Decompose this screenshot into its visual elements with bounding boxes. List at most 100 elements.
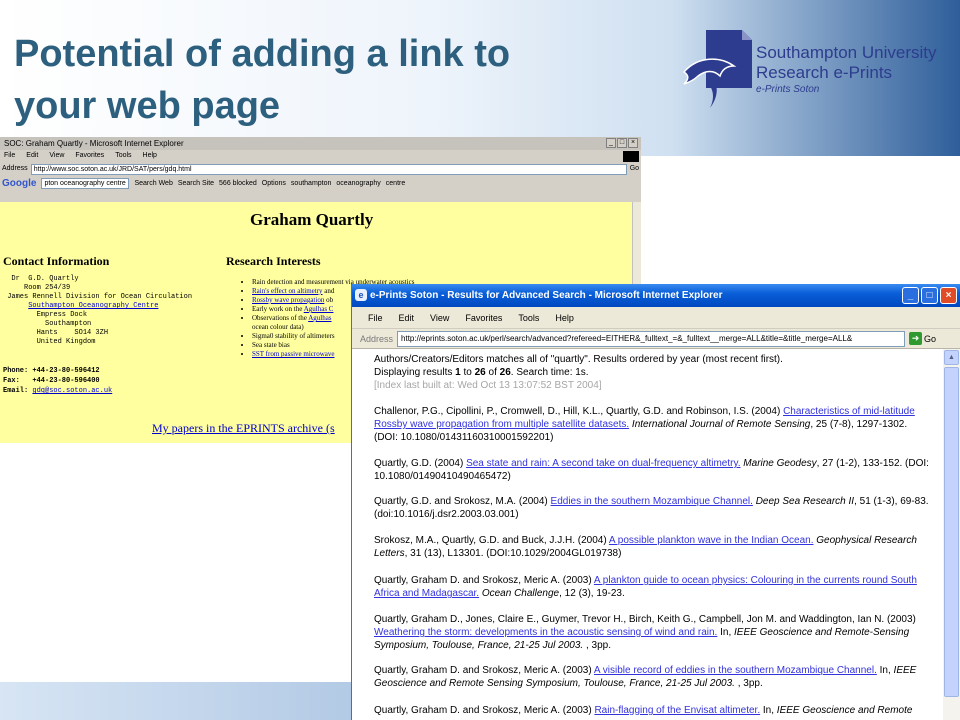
entry-title-link[interactable]: Eddies in the southern Mozambique Channe…	[551, 496, 753, 507]
entry-title-link[interactable]: Rain-flagging of the Envisat altimeter.	[594, 705, 760, 716]
highlight-centre-button[interactable]: centre	[386, 176, 405, 191]
contact-line: Empress Dock	[3, 311, 88, 319]
entry-title-link[interactable]: Weathering the storm: developments in th…	[374, 627, 717, 638]
menu-help[interactable]: Help	[555, 307, 574, 328]
email-link[interactable]: gdq@soc.soton.ac.uk	[32, 387, 112, 395]
browser-window-eprints-results: e e-Prints Soton - Results for Advanced …	[351, 284, 960, 720]
research-item-link[interactable]: Rain's effect on altimetry	[252, 287, 323, 295]
research-item-text: Sea state bias	[252, 341, 290, 349]
research-item-text: and	[322, 287, 335, 295]
entry-authors: Quartly, Graham D. and Srokosz, Meric A.…	[374, 705, 595, 716]
close-button[interactable]: ×	[940, 287, 957, 304]
menu-tools[interactable]: Tools	[115, 150, 131, 162]
entry-journal: International Journal of Remote Sensing	[631, 419, 811, 430]
contact-address: Dr G.D. Quartly Room 254/39 James Rennel…	[3, 275, 192, 347]
research-item-link[interactable]: Agulhas C	[304, 305, 334, 313]
maximize-button[interactable]: □	[617, 138, 627, 148]
entry-title-link[interactable]: A possible plankton wave in the Indian O…	[609, 535, 814, 546]
scroll-thumb[interactable]	[944, 367, 959, 697]
window1-titlebar[interactable]: SOC: Graham Quartly - Microsoft Internet…	[0, 137, 641, 150]
results-count-text: to	[460, 367, 475, 378]
index-built-line: [Index last built at: Wed Oct 13 13:07:5…	[374, 380, 602, 391]
entry-title-link[interactable]: A visible record of eddies in the southe…	[594, 665, 877, 676]
search-site-button[interactable]: Search Site	[178, 176, 214, 191]
menu-view[interactable]: View	[430, 307, 449, 328]
highlight-oceanography-button[interactable]: oceanography	[336, 176, 380, 191]
result-entry: Quartly, G.D. (2004) Sea state and rain:…	[374, 457, 929, 483]
research-item-link[interactable]: SST from passive microwave	[252, 350, 335, 358]
minimize-button[interactable]: _	[902, 287, 919, 304]
contact-line: Room 254/39	[3, 284, 71, 292]
entry-authors: Quartly, Graham D. and Srokosz, Meric A.…	[374, 665, 594, 676]
scroll-up-icon[interactable]: ▲	[944, 350, 959, 365]
address-label: Address	[360, 333, 394, 344]
menu-edit[interactable]: Edit	[26, 150, 38, 162]
maximize-button[interactable]: □	[921, 287, 938, 304]
menu-favorites[interactable]: Favorites	[75, 150, 104, 162]
contact-line: James Rennell Division for Ocean Circula…	[3, 293, 193, 301]
research-item-link[interactable]: Rossby wave propagation	[252, 296, 324, 304]
logo-line3: e-Prints Soton	[756, 84, 820, 95]
results-total: 26	[499, 367, 511, 378]
research-item-link[interactable]: Agulhas	[308, 314, 331, 322]
phone: Phone: +44-23-80-596412	[3, 367, 100, 375]
research-item-text: Sigma0 stability of altimeters	[252, 332, 335, 340]
fax: Fax: +44-23-80-596400	[3, 377, 100, 385]
contact-phone-block: Phone: +44-23-80-596412 Fax: +44-23-80-5…	[3, 366, 112, 396]
menu-file[interactable]: File	[368, 307, 383, 328]
entry-journal: Marine Geodesy	[743, 458, 817, 469]
entry-authors: Quartly, Graham D. and Srokosz, Meric A.…	[374, 575, 594, 586]
window2-titlebar[interactable]: e e-Prints Soton - Results for Advanced …	[352, 284, 960, 307]
entry-details: , 12 (3), 19-23.	[559, 588, 625, 599]
menu-edit[interactable]: Edit	[399, 307, 415, 328]
go-button[interactable]: ➜ Go	[909, 332, 936, 345]
result-entry: Quartly, Graham D. and Srokosz, Meric A.…	[374, 664, 929, 690]
entry-journal: Ocean Challenge	[481, 588, 560, 599]
contact-line: Southampton	[3, 320, 92, 328]
logo-line1: Southampton University	[756, 43, 937, 62]
slide-title-line2: your web page	[14, 85, 281, 127]
research-item-text: Observations of the	[252, 314, 309, 322]
results-count-text: Displaying results	[374, 367, 456, 378]
google-search-input[interactable]: pton oceanography centre	[41, 178, 130, 189]
menu-help[interactable]: Help	[143, 150, 157, 162]
menu-tools[interactable]: Tools	[518, 307, 539, 328]
highlight-southampton-button[interactable]: southampton	[291, 176, 331, 191]
results-count-line: Displaying results 1 to 26 of 26. Search…	[374, 366, 929, 379]
minimize-button[interactable]: _	[606, 138, 616, 148]
window1-address-bar: Address http://www.soc.soton.ac.uk/JRD/S…	[0, 162, 641, 176]
go-label: Go	[924, 333, 937, 344]
soc-link[interactable]: Southampton Oceanography Centre	[28, 302, 158, 310]
contact-heading: Contact Information	[3, 254, 110, 268]
options-button[interactable]: Options	[262, 176, 286, 191]
window1-menubar: File Edit View Favorites Tools Help	[0, 150, 641, 162]
search-web-button[interactable]: Search Web	[134, 176, 172, 191]
results-to: 26	[474, 367, 486, 378]
slide-header: Potential of adding a link to your web p…	[0, 0, 960, 156]
results-count-text: of	[485, 367, 500, 378]
close-button[interactable]: ×	[628, 138, 638, 148]
entry-details: In,	[760, 705, 777, 716]
window2-scrollbar[interactable]: ▲	[943, 349, 960, 720]
entry-title-link[interactable]: Sea state and rain: A second take on dua…	[466, 458, 740, 469]
result-entry: Quartly, G.D. and Srokosz, M.A. (2004) E…	[374, 495, 929, 521]
dolphin-logo-icon	[682, 30, 752, 108]
popup-blocked-button[interactable]: 566 blocked	[219, 176, 257, 191]
result-entry: Quartly, Graham D. and Srokosz, Meric A.…	[374, 704, 929, 717]
entry-details: , 3pp.	[583, 640, 612, 651]
menu-favorites[interactable]: Favorites	[465, 307, 502, 328]
address-input[interactable]: http://eprints.soton.ac.uk/perl/search/a…	[397, 330, 906, 347]
email-label: Email:	[3, 387, 33, 395]
search-results-content: Authors/Creators/Editors matches all of …	[352, 349, 944, 720]
menu-view[interactable]: View	[49, 150, 64, 162]
result-entry: Quartly, Graham D., Jones, Claire E., Gu…	[374, 613, 929, 652]
eprints-papers-link[interactable]: My papers in the EPRINTS archive (s	[152, 421, 335, 436]
go-button[interactable]: Go	[630, 162, 639, 176]
result-entry: Quartly, Graham D. and Srokosz, Meric A.…	[374, 574, 929, 600]
address-input[interactable]: http://www.soc.soton.ac.uk/JRD/SAT/pers/…	[30, 163, 627, 175]
menu-file[interactable]: File	[4, 150, 15, 162]
entry-details: , 3pp.	[734, 678, 763, 689]
research-heading: Research Interests	[226, 254, 321, 268]
window2-address-bar: Address http://eprints.soton.ac.uk/perl/…	[352, 329, 960, 349]
entry-details: In,	[717, 627, 735, 638]
